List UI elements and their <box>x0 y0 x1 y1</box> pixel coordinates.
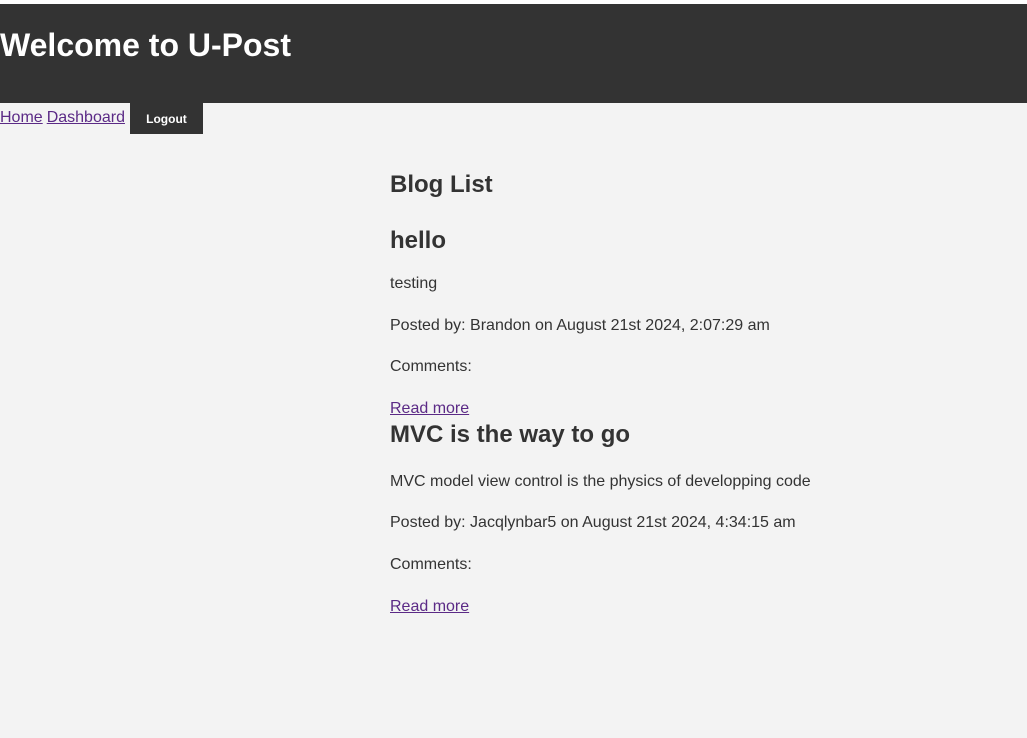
logout-button[interactable]: Logout <box>129 103 203 134</box>
post-title: MVC is the way to go <box>390 421 631 448</box>
post-comments-label: Comments: <box>390 358 472 375</box>
nav-dashboard-link[interactable]: Dashboard <box>47 110 125 126</box>
post-comments-label: Comments: <box>390 556 472 573</box>
post-meta: Posted by: Brandon on August 21st 2024, … <box>390 317 770 334</box>
blog-post: MVC is the way to go MVC model view cont… <box>390 421 990 616</box>
site-header: Welcome to U-Post <box>0 4 1027 103</box>
post-body: MVC model view control is the physics of… <box>390 473 811 490</box>
post-body: testing <box>390 275 438 292</box>
read-more-link[interactable]: Read more <box>390 598 469 616</box>
post-title: hello <box>390 227 447 254</box>
read-more-link[interactable]: Read more <box>390 400 469 418</box>
blog-post: hello testing Posted by: Brandon on Augu… <box>390 227 990 418</box>
site-title: Welcome to U-Post <box>0 27 291 63</box>
nav-home-link[interactable]: Home <box>0 110 43 126</box>
blog-list: Blog List hello testing Posted by: Brand… <box>390 170 990 616</box>
post-meta: Posted by: Jacqlynbar5 on August 21st 20… <box>390 514 796 531</box>
page-title: Blog List <box>390 171 493 198</box>
main-nav: Home Dashboard Logout <box>0 103 203 134</box>
